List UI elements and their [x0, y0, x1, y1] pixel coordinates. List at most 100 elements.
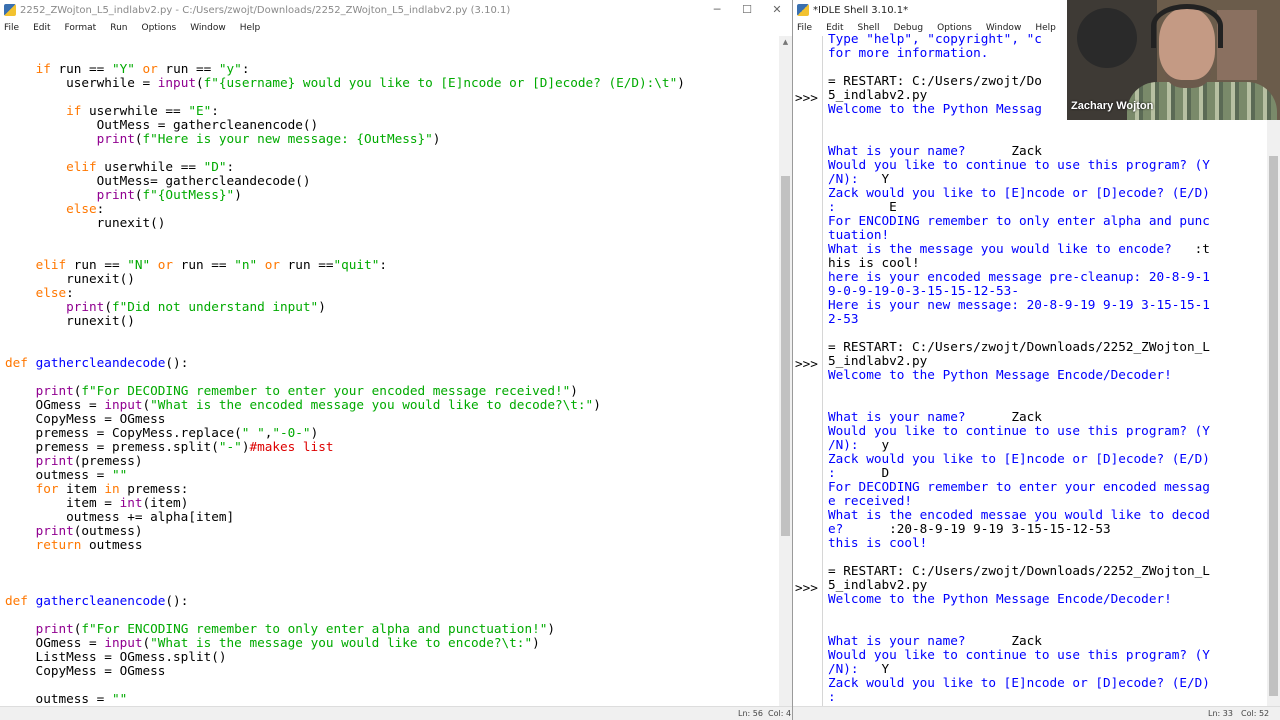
code-line: print(premess) — [35, 453, 143, 468]
python-icon — [4, 4, 16, 16]
shell-col-number: Col: 52 — [1241, 709, 1270, 718]
shell-line: : D — [828, 465, 890, 480]
code-line: OGmess = input("What is the encoded mess… — [5, 397, 601, 412]
editor-menu-help[interactable]: Help — [240, 23, 261, 33]
code-line: OutMess= gathercleandecode() — [5, 173, 311, 188]
editor-line-number: Ln: 56 — [738, 709, 763, 718]
editor-menubar: File Edit Format Run Options Window Help — [0, 20, 792, 36]
shell-line: For DECODING remember to enter your enco… — [828, 479, 1210, 494]
webcam-overlay: Zachary Wojton — [1067, 0, 1280, 120]
shell-line: What is the message you would like to en… — [828, 241, 1210, 256]
shell-line: = RESTART: C:/Users/zwojt/Downloads/2252… — [828, 339, 1210, 354]
shell-scrollbar[interactable] — [1267, 36, 1280, 706]
shell-line: here is your encoded message pre-cleanup… — [828, 269, 1210, 284]
code-line: print(f"{OutMess}") — [96, 187, 242, 202]
close-icon[interactable]: ✕ — [762, 0, 792, 20]
code-editor[interactable]: if run == "Y" or run == "y": userwhile =… — [5, 62, 685, 706]
shell-line-number: Ln: 33 — [1208, 709, 1233, 718]
shell-line: : — [828, 689, 836, 704]
shell-prompt: >>> — [795, 356, 818, 371]
code-line: for item in premess: — [35, 481, 189, 496]
prompt-gutter: >>> >>> >>> — [793, 36, 823, 706]
shell-line: Zack would you like to [E]ncode or [D]ec… — [828, 451, 1210, 466]
editor-scrollbar[interactable]: ▲ — [779, 36, 792, 706]
shell-line: this is cool! — [828, 535, 928, 550]
python-icon — [797, 4, 809, 16]
code-line: elif userwhile == "D": — [66, 159, 235, 174]
editor-menu-format[interactable]: Format — [65, 23, 97, 33]
shell-prompt: >>> — [795, 90, 818, 105]
shell-line: /N): y — [828, 437, 890, 452]
code-line: print(f"For ENCODING remember to only en… — [35, 621, 555, 636]
shell-line: What is the encoded messae you would lik… — [828, 507, 1210, 522]
shell-line: /N): Y — [828, 171, 890, 186]
shell-menu-file[interactable]: File — [797, 23, 812, 33]
shell-line: his is cool! — [828, 255, 920, 270]
minimize-icon[interactable]: ─ — [702, 0, 732, 20]
code-line: runexit() — [5, 313, 135, 328]
shell-line: Here is your new message: 20-8-9-19 9-19… — [828, 297, 1210, 312]
code-line: def gathercleandecode(): — [5, 355, 189, 370]
maximize-icon[interactable]: ☐ — [732, 0, 762, 20]
code-line: print(f"For DECODING remember to enter y… — [35, 383, 578, 398]
shell-line: Would you like to continue to use this p… — [828, 157, 1210, 172]
shell-line: Welcome to the Python Message Encode/Dec… — [828, 591, 1172, 606]
webcam-wall-sign — [1077, 8, 1137, 68]
shell-prompt: >>> — [795, 580, 818, 595]
shell-line: e received! — [828, 493, 913, 508]
shell-scroll-thumb[interactable] — [1269, 156, 1278, 696]
shell-line: 5_indlabv2.py — [828, 353, 928, 368]
editor-menu-file[interactable]: File — [4, 23, 19, 33]
editor-window[interactable]: 2252_ZWojton_L5_indlabv2.py - C:/Users/z… — [0, 0, 792, 720]
code-line: ListMess = OGmess.split() — [5, 649, 227, 664]
shell-line: tuation! — [828, 227, 890, 242]
shell-line: /N): Y — [828, 661, 890, 676]
editor-menu-run[interactable]: Run — [110, 23, 127, 33]
shell-line: What is your name? Zack — [828, 633, 1042, 648]
code-line: if userwhile == "E": — [66, 103, 219, 118]
shell-line: Zack would you like to [E]ncode or [D]ec… — [828, 185, 1210, 200]
code-line: def gathercleanencode(): — [5, 593, 189, 608]
code-line: CopyMess = OGmess — [5, 411, 166, 426]
webcam-wall-decor — [1217, 10, 1257, 80]
code-line: CopyMess = OGmess — [5, 663, 166, 678]
code-line: print(f"Here is your new message: {OutMe… — [96, 131, 441, 146]
editor-scroll-thumb[interactable] — [781, 176, 790, 536]
shell-line: Would you like to continue to use this p… — [828, 647, 1210, 662]
editor-titlebar[interactable]: 2252_ZWojton_L5_indlabv2.py - C:/Users/z… — [0, 0, 792, 20]
shell-line: 5_indlabv2.py — [828, 577, 928, 592]
shell-line: : E — [828, 199, 897, 214]
shell-line: For ENCODING remember to only enter alph… — [828, 213, 1210, 228]
code-line: else: — [66, 201, 105, 216]
code-line: outmess = "" — [5, 467, 128, 482]
editor-menu-window[interactable]: Window — [190, 23, 226, 33]
code-line: runexit() — [5, 215, 166, 230]
code-line: print(outmess) — [35, 523, 143, 538]
code-line: OutMess = gathercleanencode() — [5, 117, 319, 132]
code-line: outmess += alpha[item] — [5, 509, 235, 524]
editor-title: 2252_ZWojton_L5_indlabv2.py - C:/Users/z… — [20, 4, 511, 16]
editor-menu-edit[interactable]: Edit — [33, 23, 50, 33]
code-line: if run == "Y" or run == "y": — [35, 61, 250, 76]
editor-menu-options[interactable]: Options — [141, 23, 176, 33]
code-line: return outmess — [35, 537, 143, 552]
scroll-up-icon[interactable]: ▲ — [779, 36, 792, 48]
code-line: item = int(item) — [5, 495, 189, 510]
shell-output[interactable]: Type "help", "copyright", "c for more inf… — [828, 32, 1210, 704]
shell-line: Would you like to continue to use this p… — [828, 423, 1210, 438]
